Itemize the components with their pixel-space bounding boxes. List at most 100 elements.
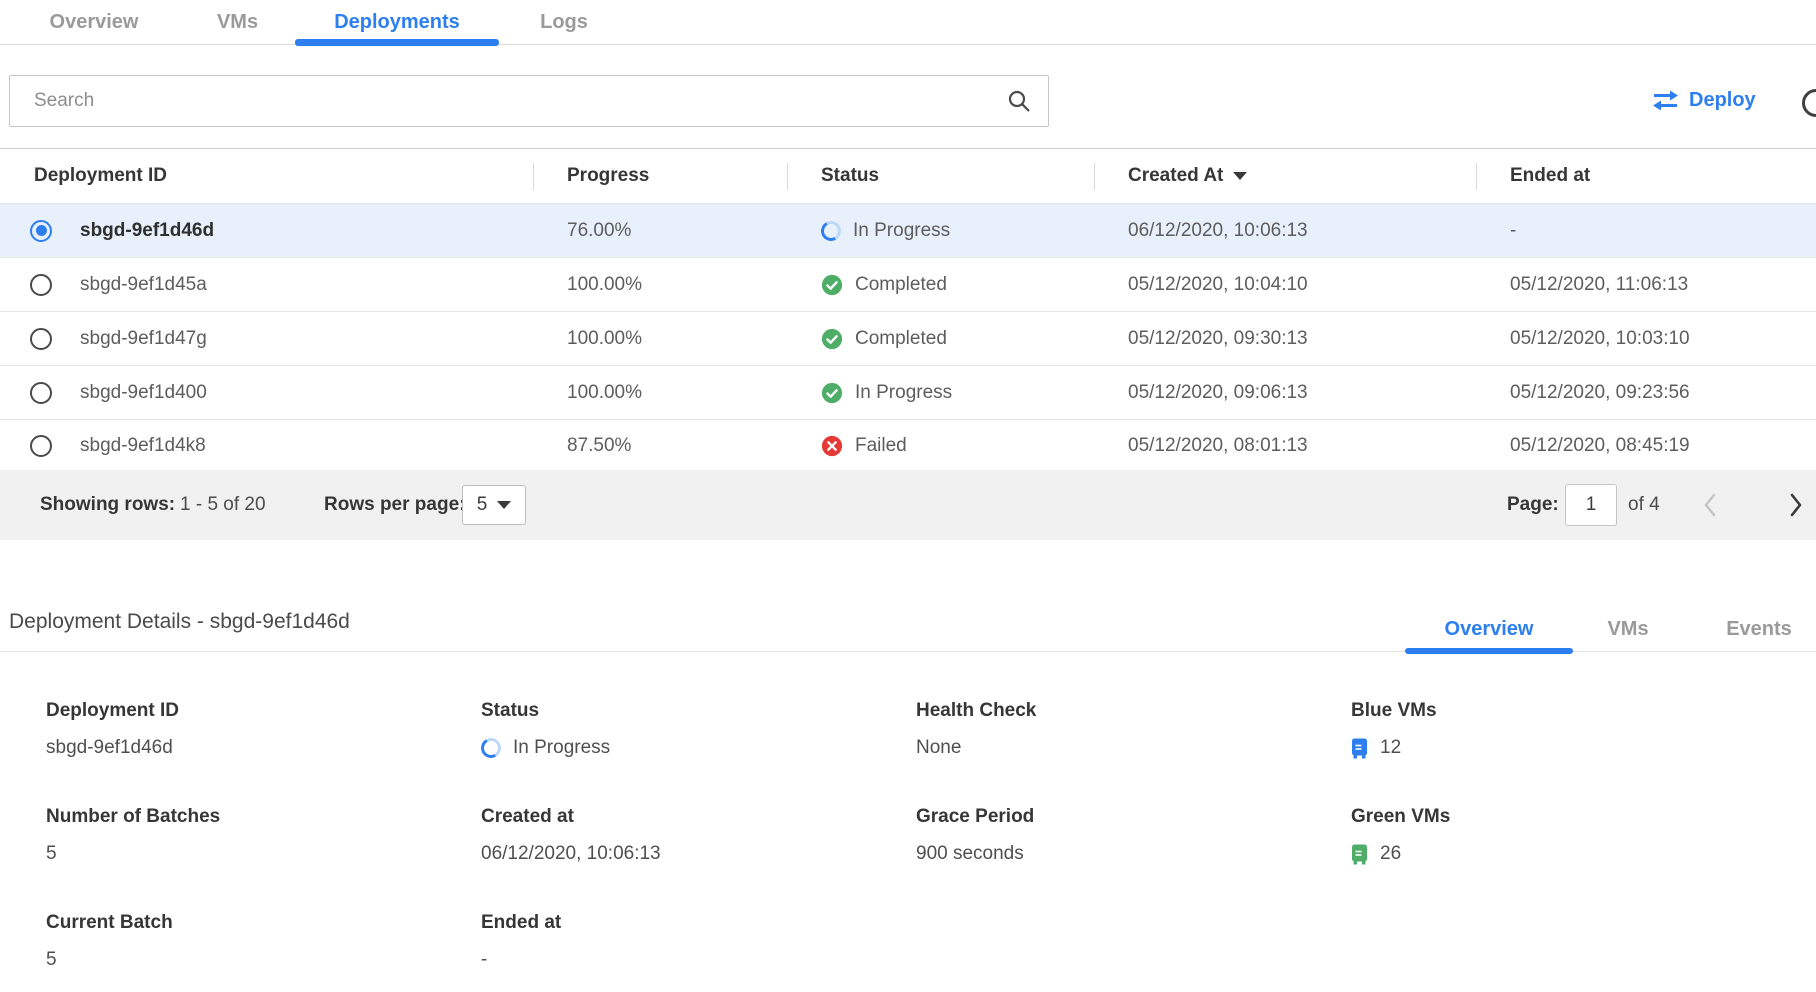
table-row[interactable]: sbgd-9ef1d47g 100.00% Completed 05/12/20… [0,311,1816,365]
field-value: 12 [1380,737,1401,759]
table-row[interactable]: sbgd-9ef1d46d 76.00% In Progress 06/12/2… [0,203,1816,257]
table-header: Deployment ID Progress Status Created At… [0,148,1816,203]
row-radio[interactable] [30,382,52,404]
field-status: Status In Progress [481,700,916,760]
created-at-value: 05/12/2020, 10:04:10 [1094,274,1476,296]
column-header-deployment-id[interactable]: Deployment ID [0,149,533,203]
spinner-icon [479,736,503,760]
check-circle-icon [821,274,843,296]
ended-at-value: - [1476,220,1816,242]
field-empty [1351,912,1450,972]
search-input[interactable] [9,75,1049,127]
rows-per-page-select[interactable]: 5 [462,485,526,525]
showing-rows-label: Showing rows: [40,494,175,516]
field-value: 26 [1380,843,1401,865]
tab-overview[interactable]: Overview [24,0,164,45]
field-label: Grace Period [916,806,1351,828]
field-label: Current Batch [46,912,481,934]
field-label: Health Check [916,700,1351,722]
refresh-icon[interactable] [1802,89,1816,117]
chevron-right-icon[interactable] [1788,492,1804,518]
showing-rows-value: 1 - 5 of 20 [180,494,266,516]
deployment-id: sbgd-9ef1d400 [80,382,207,404]
table-row[interactable]: sbgd-9ef1d4k8 87.50% Failed 05/12/2020, … [0,419,1816,473]
ended-at-value: 05/12/2020, 11:06:13 [1476,274,1816,296]
main-tabbar: Overview VMs Deployments Logs [0,0,1816,45]
field-empty [916,912,1351,972]
field-ended-at: Ended at - [481,912,916,972]
progress-value: 100.00% [533,274,787,296]
column-header-created-at[interactable]: Created At [1094,149,1476,203]
field-grace-period: Grace Period 900 seconds [916,806,1351,866]
field-created-at: Created at 06/12/2020, 10:06:13 [481,806,916,866]
swap-arrows-icon [1652,90,1679,111]
created-at-value: 05/12/2020, 09:06:13 [1094,382,1476,404]
vm-icon [1351,844,1368,865]
field-value: None [916,737,961,759]
details-tab-overview[interactable]: Overview [1405,607,1573,651]
deploy-button-label: Deploy [1689,89,1756,112]
deployment-id: sbgd-9ef1d4k8 [80,435,206,457]
field-current-batch: Current Batch 5 [46,912,481,972]
sort-desc-icon [1233,172,1247,180]
field-health-check: Health Check None [916,700,1351,760]
page-number-input[interactable] [1565,484,1617,526]
field-label: Ended at [481,912,916,934]
created-at-value: 05/12/2020, 08:01:13 [1094,435,1476,457]
column-header-progress[interactable]: Progress [533,149,787,203]
tab-logs[interactable]: Logs [508,0,620,45]
status-label: In Progress [855,382,952,404]
ended-at-value: 05/12/2020, 10:03:10 [1476,328,1816,350]
progress-value: 100.00% [533,382,787,404]
details-tab-events[interactable]: Events [1704,607,1814,651]
field-label: Deployment ID [46,700,481,722]
field-value: 06/12/2020, 10:06:13 [481,843,661,865]
deployment-id: sbgd-9ef1d45a [80,274,207,296]
field-number-of-batches: Number of Batches 5 [46,806,481,866]
details-grid: Deployment ID sbgd-9ef1d46d Status In Pr… [46,700,1450,992]
field-value: - [481,949,487,971]
status-label: Completed [855,274,947,296]
ended-at-value: 05/12/2020, 08:45:19 [1476,435,1816,457]
check-circle-icon [821,382,843,404]
field-blue-vms: Blue VMs 12 [1351,700,1450,760]
tab-vms[interactable]: VMs [190,0,285,45]
page-label: Page: [1507,494,1559,516]
status-label: Completed [855,328,947,350]
created-at-value: 06/12/2020, 10:06:13 [1094,220,1476,242]
progress-value: 87.50% [533,435,787,457]
vm-icon [1351,738,1368,759]
field-label: Green VMs [1351,806,1450,828]
status-label: Failed [855,435,907,457]
progress-value: 100.00% [533,328,787,350]
details-tab-vms[interactable]: VMs [1573,607,1683,651]
created-at-value: 05/12/2020, 09:30:13 [1094,328,1476,350]
search-box [9,75,1049,127]
details-title: Deployment Details - sbgd-9ef1d46d [9,610,350,634]
page-total: of 4 [1628,494,1660,516]
chevron-left-icon[interactable] [1702,492,1718,518]
deployments-table: Deployment ID Progress Status Created At… [0,148,1816,473]
column-header-status[interactable]: Status [787,149,1094,203]
row-radio-selected[interactable] [30,220,52,242]
column-header-ended-at[interactable]: Ended at [1476,149,1816,203]
row-radio[interactable] [30,328,52,350]
field-label: Created at [481,806,916,828]
search-icon [1007,89,1031,113]
row-radio[interactable] [30,274,52,296]
tab-deployments[interactable]: Deployments [295,0,499,45]
row-radio[interactable] [30,435,52,457]
field-green-vms: Green VMs 26 [1351,806,1450,866]
deployment-id: sbgd-9ef1d46d [80,220,214,242]
table-row[interactable]: sbgd-9ef1d400 100.00% In Progress 05/12/… [0,365,1816,419]
field-label: Status [481,700,916,722]
status-label: In Progress [853,220,950,242]
table-row[interactable]: sbgd-9ef1d45a 100.00% Completed 05/12/20… [0,257,1816,311]
table-footer: Showing rows: 1 - 5 of 20 Rows per page:… [0,470,1816,540]
field-value: 5 [46,843,57,865]
field-value: In Progress [513,737,610,759]
ended-at-value: 05/12/2020, 09:23:56 [1476,382,1816,404]
rows-per-page-label: Rows per page: [324,494,465,516]
field-value: sbgd-9ef1d46d [46,737,173,759]
deploy-button[interactable]: Deploy [1652,89,1756,112]
